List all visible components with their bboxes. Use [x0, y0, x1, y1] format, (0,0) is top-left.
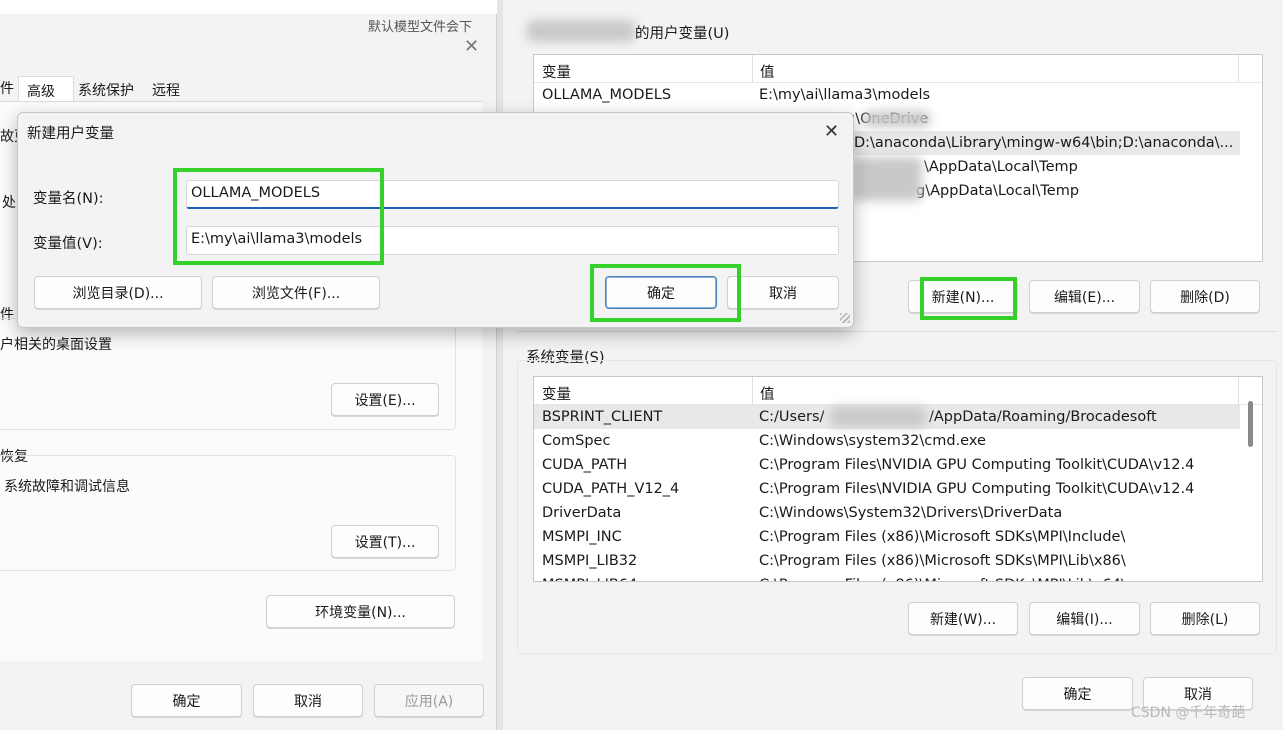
- table-row[interactable]: DriverData C:\Windows\System32\Drivers\D…: [534, 501, 1262, 525]
- window-top-strip: [0, 0, 497, 14]
- var-value-cell: C:\Program Files (x86)\Microsoft SDKs\MP…: [759, 573, 1126, 581]
- var-name-cell: ComSpec: [542, 433, 611, 449]
- system-new-button[interactable]: 新建(W)...: [908, 602, 1018, 635]
- col-divider: [752, 377, 753, 405]
- system-col-name[interactable]: 变量: [542, 383, 571, 404]
- system-properties-window: ✕ 件 高级 系统保护 远程 故更 处 件 户相关的桌面设置 设置(E)... …: [0, 0, 497, 730]
- environment-variables-button[interactable]: 环境变量(N)...: [266, 595, 455, 628]
- close-icon[interactable]: ✕: [464, 36, 479, 57]
- table-row[interactable]: CUDA_PATH C:\Program Files\NVIDIA GPU Co…: [534, 453, 1262, 477]
- user-delete-button[interactable]: 删除(D): [1150, 280, 1260, 313]
- var-value-cell: C:/Users/: [759, 409, 825, 425]
- system-vars-list[interactable]: 变量 值 BSPRINT_CLIENT C:/Users/ /AppData/R…: [533, 376, 1263, 582]
- table-row[interactable]: CUDA_PATH_V12_4 C:\Program Files\NVIDIA …: [534, 477, 1262, 501]
- var-name-cell: MSMPI_LIB32: [542, 553, 638, 569]
- resize-grip-icon[interactable]: [840, 313, 850, 323]
- env-ok-button[interactable]: 确定: [1022, 677, 1133, 710]
- table-row[interactable]: ComSpec C:\Windows\system32\cmd.exe: [534, 429, 1262, 453]
- var-name-cell: OLLAMA_MODELS: [542, 87, 672, 103]
- var-value-cell: g\AppData\Local\Temp: [916, 183, 1080, 199]
- redacted-value: [852, 157, 922, 201]
- var-value-cell-tail: /AppData/Roaming/Brocadesoft: [929, 409, 1157, 425]
- redacted-username: [527, 20, 635, 42]
- tab-remote[interactable]: 远程: [152, 80, 180, 100]
- variable-value-label: 变量值(V):: [33, 236, 103, 252]
- tab-hardware[interactable]: 件: [0, 78, 14, 100]
- clipped-label-b: 处: [2, 195, 16, 211]
- user-new-button[interactable]: 新建(N)...: [908, 280, 1018, 313]
- browse-directory-button[interactable]: 浏览目录(D)...: [34, 276, 202, 309]
- settings-t-button[interactable]: 设置(T)...: [331, 525, 439, 558]
- browse-file-button[interactable]: 浏览文件(F)...: [212, 276, 380, 309]
- user-vars-title: 的用户变量(U): [635, 26, 730, 42]
- user-edit-button[interactable]: 编辑(E)...: [1029, 280, 1140, 313]
- table-row[interactable]: OLLAMA_MODELS E:\my\ai\llama3\models: [534, 83, 1262, 107]
- var-value-cell: E:\my\ai\llama3\models: [759, 87, 931, 103]
- dialog-cancel-button[interactable]: 取消: [727, 276, 839, 309]
- var-name-cell: BSPRINT_CLIENT: [542, 409, 663, 425]
- table-row[interactable]: MSMPI_INC C:\Program Files (x86)\Microso…: [534, 525, 1262, 549]
- sysprops-cancel-button[interactable]: 取消: [253, 684, 363, 717]
- user-col-value[interactable]: 值: [760, 61, 775, 82]
- variable-name-value: OLLAMA_MODELS: [191, 185, 321, 201]
- user-vars-header: 变量 值: [534, 55, 1262, 83]
- tab-advanced[interactable]: 高级: [18, 76, 74, 102]
- var-value-cell: C:\Windows\System32\Drivers\DriverData: [759, 505, 1063, 521]
- redacted-value: [864, 111, 930, 127]
- variable-name-input[interactable]: OLLAMA_MODELS: [186, 180, 839, 209]
- close-icon[interactable]: ✕: [824, 121, 839, 142]
- table-row[interactable]: MSMPI_LIB64 C:\Program Files (x86)\Micro…: [534, 573, 1262, 581]
- var-value-cell: C:\Program Files (x86)\Microsoft SDKs\MP…: [759, 529, 1126, 545]
- sysprops-ok-button[interactable]: 确定: [131, 684, 242, 717]
- system-edit-button[interactable]: 编辑(I)...: [1029, 602, 1140, 635]
- user-col-name[interactable]: 变量: [542, 61, 571, 82]
- var-name-cell: CUDA_PATH_V12_4: [542, 481, 680, 497]
- recovery-info-label: 系统故障和调试信息: [4, 479, 130, 495]
- system-vars-header: 变量 值: [534, 377, 1262, 405]
- var-value-cell: C:\Windows\system32\cmd.exe: [759, 433, 986, 449]
- desktop-settings-label: 户相关的桌面设置: [0, 337, 112, 353]
- dialog-ok-button[interactable]: 确定: [605, 276, 717, 309]
- var-name-cell: MSMPI_INC: [542, 529, 622, 545]
- clipped-header-text: 默认模型文件会下: [368, 20, 473, 35]
- var-name-cell: MSMPI_LIB64: [542, 573, 637, 581]
- table-row[interactable]: MSMPI_LIB32 C:\Program Files (x86)\Micro…: [534, 549, 1262, 573]
- new-user-variable-dialog: 新建用户变量 ✕ 变量名(N): OLLAMA_MODELS 变量值(V): E…: [17, 112, 854, 328]
- col-divider: [1238, 377, 1239, 405]
- tab-system-protection[interactable]: 系统保护: [78, 80, 134, 100]
- environment-variables-window: 的用户变量(U) 变量 值 OLLAMA_MODELS E:\my\ai\lla…: [503, 0, 1283, 730]
- col-divider: [1238, 55, 1239, 83]
- col-divider: [752, 55, 753, 83]
- redacted-value: [830, 407, 926, 427]
- separator: [517, 331, 1277, 332]
- variable-name-label: 变量名(N):: [33, 191, 104, 207]
- var-value-cell: C:\Program Files\NVIDIA GPU Computing To…: [759, 481, 1195, 497]
- variable-value-text: E:\my\ai\llama3\models: [191, 231, 363, 247]
- var-value-cell: C:\Program Files (x86)\Microsoft SDKs\MP…: [759, 553, 1126, 569]
- sysprops-apply-button[interactable]: 应用(A): [374, 684, 484, 717]
- watermark: CSDN @千年奇葩: [1131, 705, 1246, 721]
- var-name-cell: DriverData: [542, 505, 622, 521]
- var-value-cell: D:\anaconda\Library\mingw-w64\bin;D:\ana…: [854, 135, 1234, 151]
- vertical-scrollbar-thumb[interactable]: [1248, 401, 1253, 447]
- dialog-title: 新建用户变量: [27, 126, 114, 142]
- var-value-cell: \AppData\Local\Temp: [924, 159, 1078, 175]
- variable-value-input[interactable]: E:\my\ai\llama3\models: [186, 226, 839, 255]
- var-value-cell: C:\Program Files\NVIDIA GPU Computing To…: [759, 457, 1195, 473]
- system-delete-button[interactable]: 删除(L): [1150, 602, 1260, 635]
- settings-e-button[interactable]: 设置(E)...: [331, 383, 439, 416]
- system-col-value[interactable]: 值: [760, 383, 775, 404]
- var-name-cell: CUDA_PATH: [542, 457, 628, 473]
